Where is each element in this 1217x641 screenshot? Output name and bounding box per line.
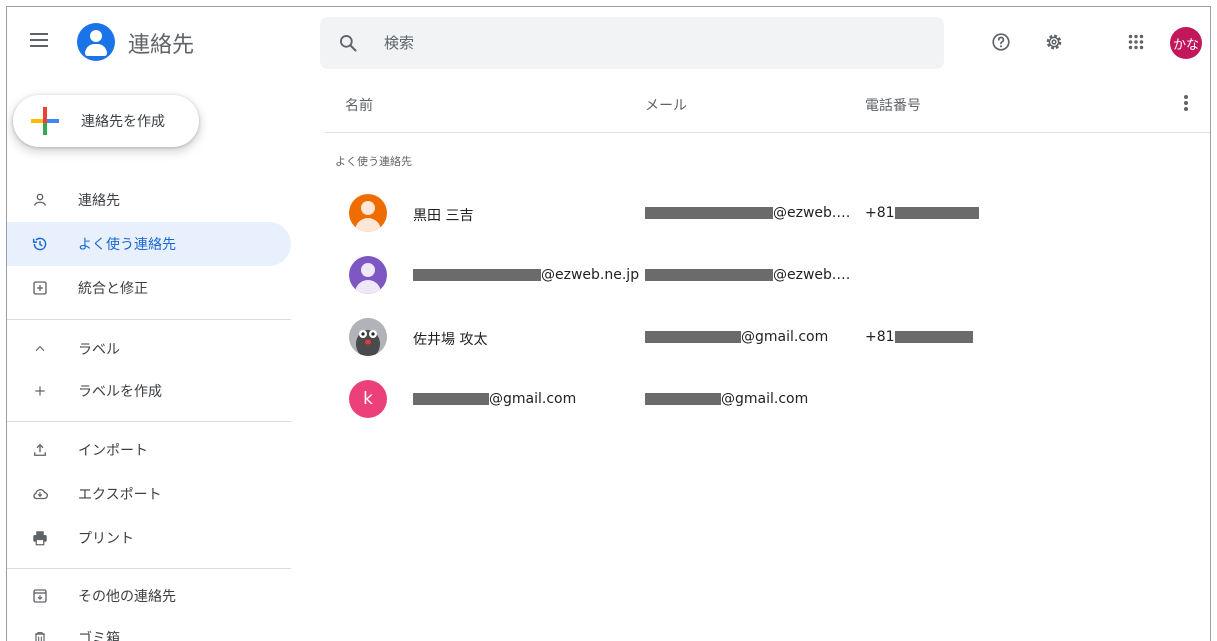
sidebar-item-labels[interactable]: ラベル (7, 327, 291, 371)
archive-icon (30, 586, 50, 606)
sidebar-item-label: よく使う連絡先 (78, 237, 176, 253)
sidebar-divider (7, 421, 291, 422)
list-header: 名前 メール 電話番号 (325, 77, 1210, 133)
sidebar-item-label: プリント (78, 531, 134, 547)
sidebar-divider (7, 319, 291, 320)
redaction-bar (894, 207, 979, 219)
contact-email: @ezweb.n... (645, 205, 857, 221)
plus-icon (27, 103, 63, 139)
contact-phone: +81 (865, 205, 979, 221)
sidebar-item-label: 統合と修正 (78, 281, 148, 297)
contacts-logo-icon[interactable] (77, 23, 115, 61)
menu-icon[interactable] (27, 29, 51, 53)
avatar: k (349, 380, 387, 418)
top-bar: 連絡先 かな (7, 7, 1210, 77)
contact-email: @gmail.com (645, 329, 857, 345)
sidebar-item-contacts[interactable]: 連絡先 (7, 178, 291, 222)
contact-name: 佐井場 攻太 (413, 332, 488, 348)
contact-email: @ezweb.n... (645, 267, 857, 283)
sidebar-item-label: 連絡先 (78, 193, 120, 209)
column-phone-header[interactable]: 電話番号 (865, 95, 921, 115)
redaction-bar (645, 207, 773, 219)
app-title[interactable]: 連絡先 (128, 27, 194, 59)
sidebar-item-label: その他の連絡先 (78, 589, 176, 605)
contact-email: @gmail.com (645, 391, 857, 407)
create-contact-button[interactable]: 連絡先を作成 (13, 95, 199, 147)
help-icon[interactable] (990, 31, 1012, 53)
create-contact-label: 連絡先を作成 (81, 114, 165, 130)
contacts-app: 連絡先 かな 連絡先を作成 連絡先 よく使う連絡先 (6, 6, 1211, 641)
redaction-bar (894, 331, 973, 343)
person-icon (30, 190, 50, 210)
apps-grid-icon[interactable] (1125, 31, 1147, 53)
plus-icon (30, 381, 50, 401)
avatar (349, 318, 387, 356)
sidebar-item-trash[interactable]: ゴミ箱 (7, 616, 291, 641)
section-label: よく使う連絡先 (335, 155, 412, 168)
table-row[interactable]: k @gmail.com @gmail.com (325, 369, 1210, 431)
table-row[interactable]: 佐井場 攻太 @gmail.com +81 (325, 307, 1210, 369)
redaction-bar (645, 269, 773, 281)
sidebar-item-label: エクスポート (78, 487, 162, 503)
sidebar-item-import[interactable]: インポート (7, 428, 291, 472)
table-row[interactable]: 黒田 三吉 @ezweb.n... +81 (325, 183, 1210, 245)
photo-avatar-icon (349, 318, 387, 356)
avatar (349, 194, 387, 232)
redaction-bar (645, 393, 721, 405)
sidebar-item-label: インポート (78, 443, 148, 459)
column-name-header[interactable]: 名前 (345, 95, 373, 115)
account-avatar[interactable]: かな (1170, 27, 1202, 59)
sidebar-divider (7, 568, 291, 569)
column-email-header[interactable]: メール (645, 95, 687, 115)
chevron-up-icon (30, 339, 50, 359)
contact-phone: +81 (865, 329, 973, 345)
settings-icon[interactable] (1043, 31, 1065, 53)
more-options-icon[interactable] (1183, 93, 1189, 113)
redaction-bar (645, 331, 741, 343)
contact-name: @gmail.com (413, 391, 576, 407)
search-input[interactable] (384, 29, 924, 57)
search-bar[interactable] (320, 17, 944, 69)
avatar (349, 256, 387, 294)
contact-list: 名前 メール 電話番号 よく使う連絡先 黒田 三吉 @ezweb.n... +8… (325, 77, 1210, 641)
history-icon (30, 234, 50, 254)
trash-icon (30, 628, 50, 641)
printer-icon (30, 528, 50, 548)
merge-icon (30, 278, 50, 298)
sidebar: 連絡先を作成 連絡先 よく使う連絡先 統合と修正 ラベル ラベルを作成 インポー… (7, 77, 297, 641)
cloud-download-icon (30, 484, 50, 504)
sidebar-item-label: ラベルを作成 (78, 384, 162, 400)
sidebar-item-label: ゴミ箱 (78, 631, 120, 641)
redaction-bar (413, 269, 541, 281)
sidebar-item-label: ラベル (78, 342, 120, 358)
table-row[interactable]: @ezweb.ne.jp @ezweb.n... (325, 245, 1210, 307)
sidebar-item-create-label[interactable]: ラベルを作成 (7, 369, 291, 413)
sidebar-item-print[interactable]: プリント (7, 516, 291, 560)
sidebar-item-other-contacts[interactable]: その他の連絡先 (7, 574, 291, 618)
redaction-bar (413, 393, 489, 405)
contact-name: @ezweb.ne.jp (413, 267, 639, 283)
search-icon[interactable] (338, 33, 358, 53)
sidebar-item-export[interactable]: エクスポート (7, 472, 291, 516)
sidebar-item-merge-fix[interactable]: 統合と修正 (7, 266, 291, 310)
sidebar-item-frequent[interactable]: よく使う連絡先 (7, 222, 291, 266)
upload-icon (30, 440, 50, 460)
contact-name: 黒田 三吉 (413, 208, 474, 224)
